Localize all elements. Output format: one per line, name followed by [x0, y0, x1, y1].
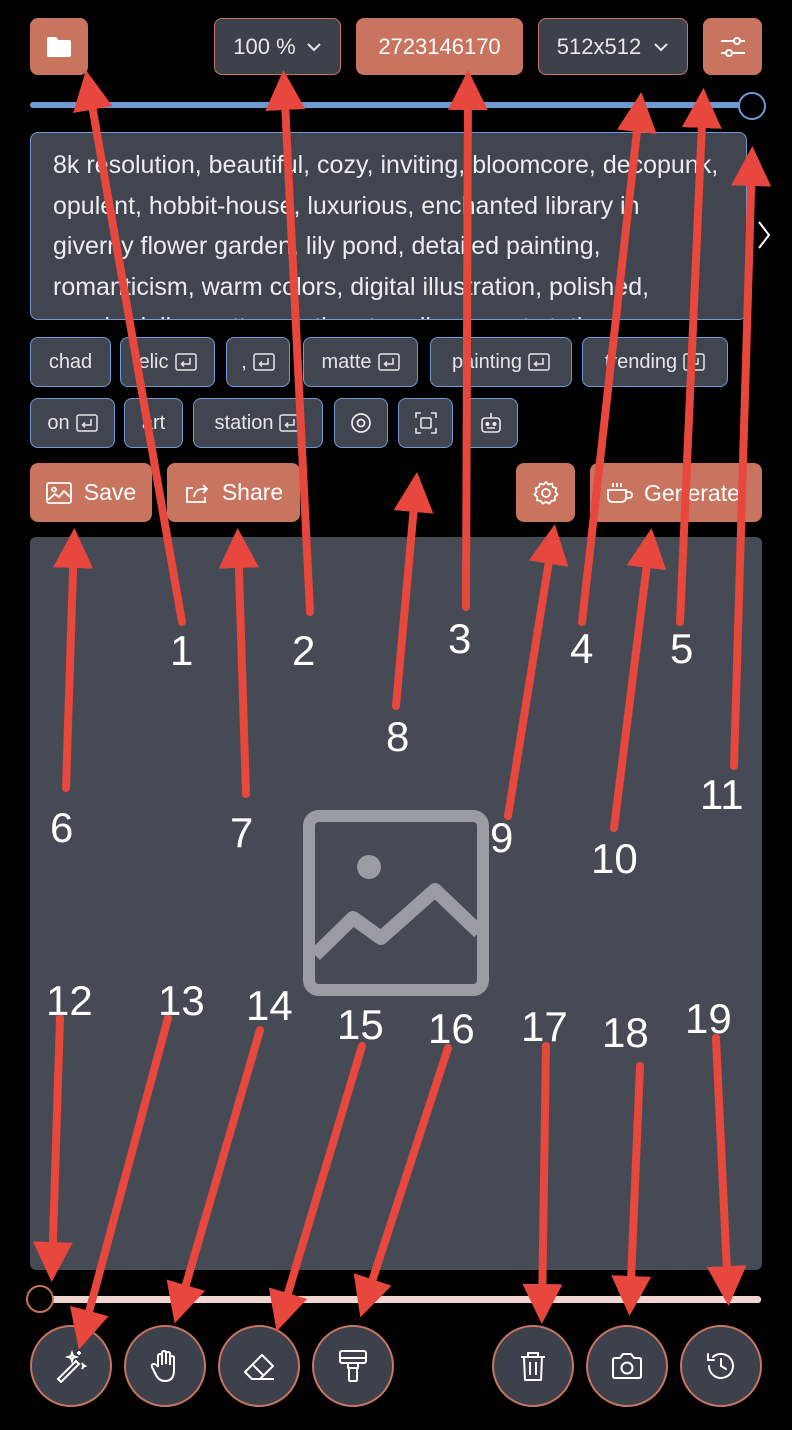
arrow-6: [53, 528, 94, 792]
annotation-4: 4: [570, 625, 594, 672]
arrow-13: [69, 1014, 172, 1350]
annotation-3: 3: [448, 615, 472, 662]
annotation-2: 2: [292, 627, 316, 674]
arrow-2: [265, 70, 314, 616]
arrow-7: [218, 528, 259, 798]
arrow-4: [578, 92, 657, 626]
annotation-6: 6: [50, 804, 74, 851]
arrow-10: [610, 528, 667, 832]
arrow-18: [611, 1062, 652, 1316]
annotation-7: 7: [230, 809, 254, 856]
annotation-1: 1: [170, 627, 194, 674]
arrow-11: [730, 146, 772, 770]
arrow-15: [268, 1042, 366, 1332]
annotation-5: 5: [670, 625, 694, 672]
annotation-15: 15: [337, 1001, 384, 1048]
annotation-13: 13: [158, 977, 205, 1024]
arrow-8: [392, 472, 434, 710]
annotation-10: 10: [591, 835, 638, 882]
annotation-9: 9: [490, 814, 514, 861]
arrow-9: [504, 524, 569, 820]
annotation-8: 8: [386, 713, 410, 760]
annotation-16: 16: [428, 1005, 475, 1052]
arrow-12: [32, 1014, 73, 1282]
annotation-14: 14: [246, 982, 293, 1029]
arrow-5: [676, 88, 722, 626]
annotation-17: 17: [521, 1003, 568, 1050]
annotation-11: 11: [700, 771, 744, 818]
annotation-12: 12: [46, 977, 93, 1024]
arrow-16: [353, 1044, 452, 1318]
arrow-17: [522, 1042, 563, 1324]
arrow-1: [73, 70, 186, 626]
annotation-18: 18: [602, 1009, 649, 1056]
arrow-14: [166, 1026, 264, 1324]
arrow-3: [447, 70, 488, 611]
arrow-19: [706, 1034, 747, 1306]
annotation-19: 19: [685, 995, 732, 1042]
